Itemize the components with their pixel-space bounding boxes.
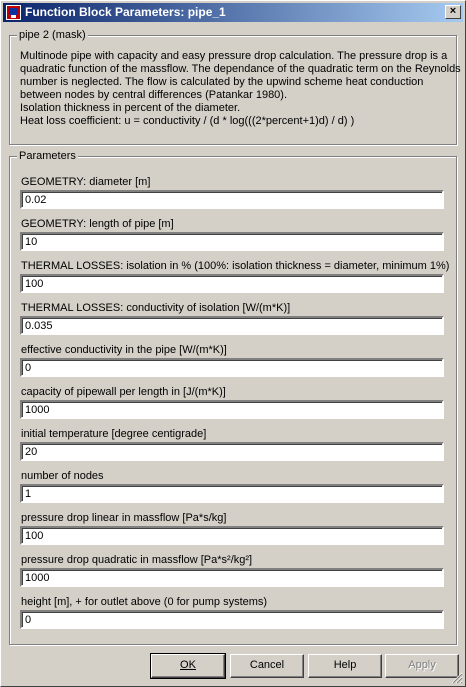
param-input-capacity[interactable] (20, 400, 444, 419)
param-input-height[interactable] (20, 610, 444, 629)
param-input-isolation[interactable] (20, 274, 444, 293)
param-label-initial-temperature: initial temperature [degree centigrade] (21, 428, 207, 440)
title-bar[interactable]: Function Block Parameters: pipe_1 × (3, 3, 463, 22)
param-input-diameter[interactable] (20, 190, 444, 209)
ok-button[interactable]: OK (150, 653, 226, 679)
param-input-isolation-conductivity[interactable] (20, 316, 444, 335)
description-line: number is neglected. The flow is calcula… (20, 76, 424, 88)
param-input-pressure-linear[interactable] (20, 526, 444, 545)
mask-description: Multinode pipe with capacity and easy pr… (20, 50, 461, 128)
dialog-window: Function Block Parameters: pipe_1 × pipe… (0, 0, 466, 687)
help-button[interactable]: Help (308, 654, 382, 678)
description-line: between nodes by central differences (Pa… (20, 89, 288, 101)
description-line: Heat loss coefficient: u = conductivity … (20, 115, 355, 127)
param-input-initial-temperature[interactable] (20, 442, 444, 461)
description-line: Multinode pipe with capacity and easy pr… (20, 50, 448, 62)
resize-grip-icon[interactable] (451, 672, 463, 684)
mask-group-title: pipe 2 (mask) (17, 29, 88, 42)
param-label-diameter: GEOMETRY: diameter [m] (21, 176, 151, 188)
param-label-pressure-linear: pressure drop linear in massflow [Pa*s/k… (21, 512, 227, 524)
description-line: Isolation thickness in percent of the di… (20, 102, 241, 114)
param-label-effective-conductivity: effective conductivity in the pipe [W/(m… (21, 344, 227, 356)
description-line: quadratic function of the massflow. The … (20, 63, 461, 75)
mask-description-group: pipe 2 (mask) Multinode pipe with capaci… (9, 29, 461, 145)
param-input-effective-conductivity[interactable] (20, 358, 444, 377)
cancel-button-label: Cancel (249, 659, 285, 671)
parameters-group-title: Parameters (17, 150, 78, 163)
param-label-height: height [m], + for outlet above (0 for pu… (21, 596, 268, 608)
param-label-isolation: THERMAL LOSSES: isolation in % (100%: is… (21, 260, 450, 272)
param-input-nodes[interactable] (20, 484, 444, 503)
param-label-length: GEOMETRY: length of pipe [m] (21, 218, 174, 230)
close-button[interactable]: × (445, 5, 461, 19)
cancel-button[interactable]: Cancel (230, 654, 304, 678)
param-label-nodes: number of nodes (21, 470, 104, 482)
param-label-isolation-conductivity: THERMAL LOSSES: conductivity of isolatio… (21, 302, 291, 314)
param-label-pressure-quadratic: pressure drop quadratic in massflow [Pa*… (21, 554, 253, 566)
apply-button[interactable]: Apply (385, 654, 459, 678)
simulink-block-icon (6, 5, 21, 20)
ok-button-label: OK (180, 659, 196, 671)
apply-button-label: Apply (408, 659, 436, 671)
param-input-pressure-quadratic[interactable] (20, 568, 444, 587)
param-label-capacity: capacity of pipewall per length in [J/(m… (21, 386, 226, 398)
param-input-length[interactable] (20, 232, 444, 251)
close-icon: × (449, 5, 457, 17)
help-button-label: Help (333, 659, 357, 671)
window-title: Function Block Parameters: pipe_1 (25, 5, 226, 19)
